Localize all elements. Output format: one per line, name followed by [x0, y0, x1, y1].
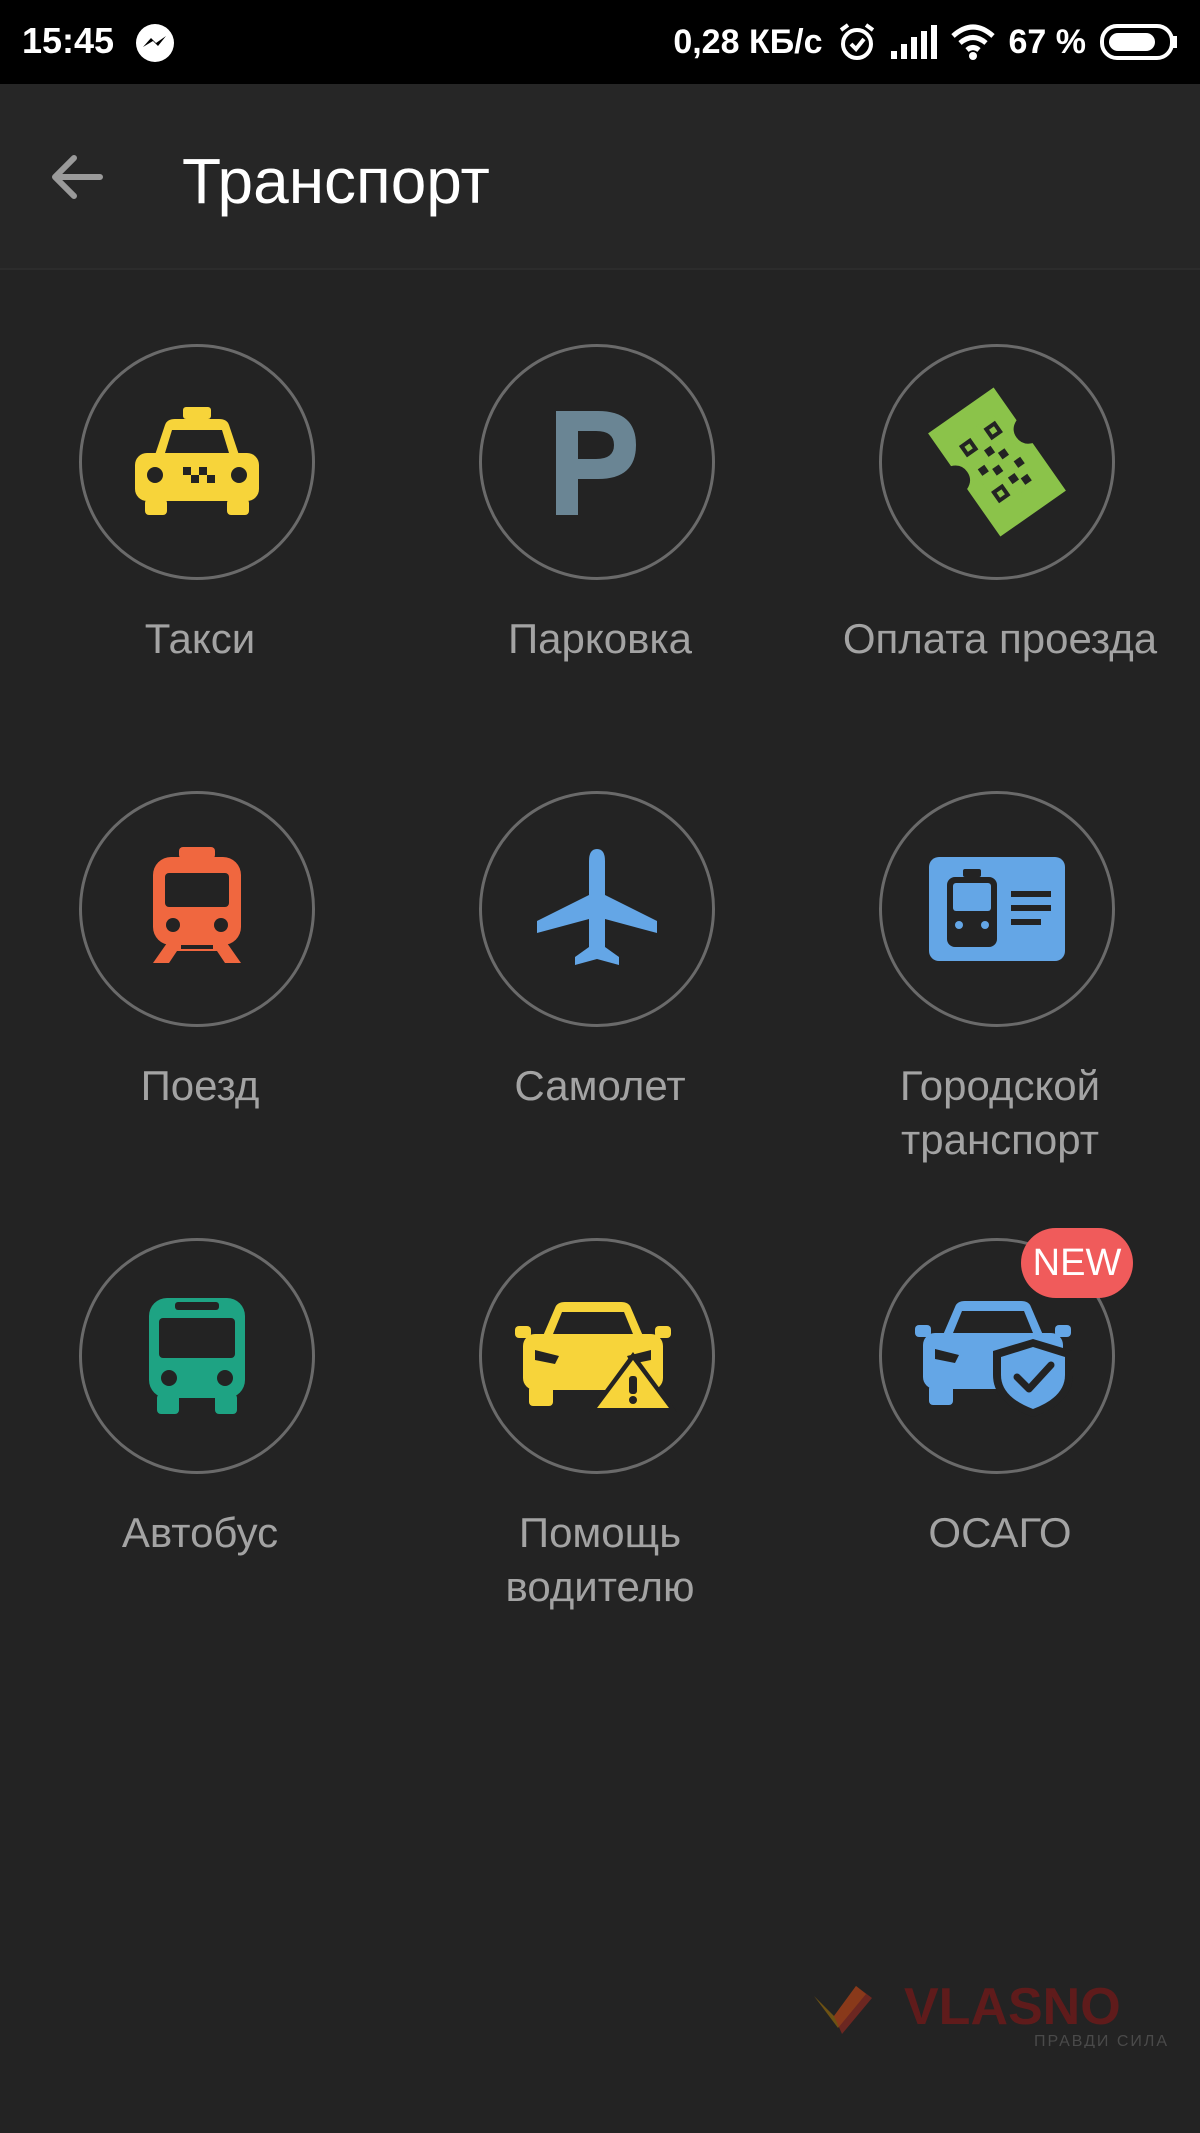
car-insurance-icon — [915, 1301, 1073, 1417]
tile-circle[interactable] — [479, 1238, 715, 1474]
status-bar: 15:45 0,28 КБ/с 67 % — [0, 0, 1200, 84]
tile-label-line2: транспорт — [901, 1116, 1099, 1163]
tile-circle[interactable] — [879, 344, 1115, 580]
tile-circle[interactable] — [879, 791, 1115, 1027]
bus-icon — [149, 1298, 245, 1414]
tile-label: Такси — [144, 615, 256, 662]
page-title: Транспорт — [182, 145, 490, 217]
taxi-icon — [135, 407, 259, 515]
parking-icon — [556, 411, 636, 515]
tile-circle[interactable] — [479, 791, 715, 1027]
tile-label-line2: водителю — [505, 1563, 695, 1610]
tile-label: Поезд — [140, 1062, 260, 1109]
app-bar: Транспорт — [0, 84, 1200, 270]
tile-label: Автобус — [121, 1509, 279, 1556]
watermark-brand: VLASNO — [904, 1978, 1121, 2036]
battery-percent: 67 % — [1008, 22, 1087, 61]
watermark-tagline: ПРАВДИ СИЛА — [1034, 2033, 1169, 2048]
tile-circle[interactable] — [79, 344, 315, 580]
car-warning-icon — [515, 1302, 677, 1412]
vlasno-watermark: VLASNO ПРАВДИ СИЛА — [814, 1978, 1169, 2048]
battery-icon — [1100, 24, 1177, 60]
tile-label: Самолет — [514, 1062, 686, 1109]
tile-label: Оплата проезда — [842, 615, 1158, 662]
tile-circle[interactable] — [79, 1238, 315, 1474]
airplane-icon — [537, 849, 657, 965]
messenger-icon — [136, 24, 174, 62]
train-icon — [153, 847, 241, 963]
transit-card-icon — [929, 857, 1065, 961]
status-time: 15:45 — [22, 20, 115, 61]
tile-label-line1: Городской — [899, 1062, 1101, 1109]
tile-circle[interactable] — [479, 344, 715, 580]
wifi-icon — [950, 24, 995, 60]
alarm-icon — [839, 23, 874, 60]
ticket-qr-icon — [928, 387, 1066, 537]
tile-label-line1: Помощь — [518, 1509, 682, 1556]
tile-circle[interactable] — [79, 791, 315, 1027]
back-arrow-icon[interactable] — [44, 144, 110, 210]
network-speed: 0,28 КБ/с — [673, 22, 823, 61]
tile-label: Парковка — [507, 615, 693, 662]
signal-icon — [890, 25, 937, 59]
new-badge: NEW — [1021, 1228, 1133, 1298]
tile-label: ОСАГО — [928, 1509, 1072, 1556]
